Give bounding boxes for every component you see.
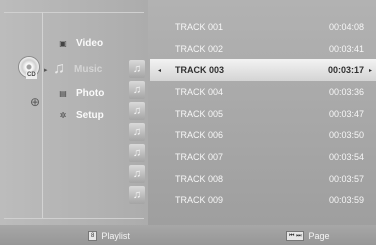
film-icon: ▣: [59, 39, 67, 48]
arrow-right-icon: ▸: [44, 67, 48, 74]
nav-item-music[interactable]: ♫ Music: [50, 60, 102, 78]
nav-item-label: Music: [74, 63, 103, 75]
footer-bar: 8 Playlist ⏮ ⏭ Page: [0, 225, 376, 245]
track-duration: 00:03:50: [328, 130, 364, 141]
track-name: TRACK 007: [175, 151, 224, 162]
arrow-left-icon: ◂: [158, 67, 162, 74]
track-name: TRACK 006: [175, 130, 224, 141]
music-file-icon: ♫: [129, 81, 145, 99]
nav-item-label: Photo: [76, 88, 105, 99]
divider: [4, 12, 144, 13]
playlist-label: Playlist: [101, 231, 130, 241]
track-row[interactable]: TRACK 007 00:03:54: [150, 146, 376, 168]
track-row[interactable]: TRACK 004 00:03:36: [150, 81, 376, 103]
skip-keys-icon: ⏮ ⏭: [286, 231, 305, 241]
track-name: TRACK 002: [175, 43, 224, 54]
track-name: TRACK 001: [175, 21, 224, 32]
track-duration: 00:04:08: [328, 21, 364, 32]
track-icon-column: ♫ ♫ ♫ ♫ ♫ ♫ ♫: [126, 60, 148, 207]
track-duration: 00:03:59: [328, 195, 364, 206]
track-row[interactable]: TRACK 005 00:03:47: [150, 103, 376, 125]
disc-type-label: CD: [26, 72, 37, 79]
music-file-icon: ♫: [129, 60, 145, 78]
track-row[interactable]: TRACK 001 00:04:08: [150, 16, 376, 38]
music-file-icon: ♫: [129, 102, 145, 120]
music-browser-screen: CD ▸ ⊕ ▣ Video ♫ Music ▤ Photo ✲ Setup ♫…: [0, 0, 376, 245]
photo-icon: ▤: [59, 89, 67, 98]
track-name: TRACK 005: [175, 108, 224, 119]
gear-icon: ✲: [59, 111, 67, 120]
track-row[interactable]: TRACK 008 00:03:57: [150, 168, 376, 190]
track-list: TRACK 001 00:04:08 TRACK 002 00:03:41 ◂ …: [150, 16, 376, 211]
track-row[interactable]: TRACK 006 00:03:50: [150, 124, 376, 146]
page-hint[interactable]: ⏮ ⏭ Page: [286, 231, 330, 241]
track-row[interactable]: TRACK 002 00:03:41: [150, 38, 376, 60]
track-duration: 00:03:57: [328, 173, 364, 184]
page-label: Page: [308, 231, 330, 241]
track-duration: 00:03:54: [328, 151, 364, 162]
divider: [42, 12, 43, 218]
nav-item-video[interactable]: ▣ Video: [56, 38, 103, 49]
nav-item-label: Video: [76, 38, 104, 49]
nav-item-label: Setup: [76, 110, 104, 121]
track-duration: 00:03:36: [328, 86, 364, 97]
track-duration: 00:03:41: [328, 43, 364, 54]
playlist-hint[interactable]: 8 Playlist: [88, 231, 130, 241]
remote-key-8: 8: [88, 231, 98, 241]
globe-icon[interactable]: ⊕: [30, 96, 40, 108]
divider: [4, 218, 144, 219]
arrow-right-icon: ▸: [368, 67, 372, 74]
music-file-icon: ♫: [129, 144, 145, 162]
track-name: TRACK 004: [175, 86, 224, 97]
music-file-icon: ♫: [129, 186, 145, 204]
track-name: TRACK 008: [175, 173, 224, 184]
track-row-selected[interactable]: ◂ TRACK 003 00:03:17 ▸: [150, 59, 376, 82]
music-file-icon: ♫: [129, 123, 145, 141]
track-row[interactable]: TRACK 009 00:03:59: [150, 190, 376, 212]
music-file-icon: ♫: [129, 165, 145, 183]
track-name: TRACK 009: [175, 195, 224, 206]
nav-item-setup[interactable]: ✲ Setup: [56, 110, 104, 121]
music-note-icon: ♫: [53, 60, 65, 77]
nav-item-photo[interactable]: ▤ Photo: [56, 88, 104, 99]
track-duration: 00:03:17: [327, 65, 364, 76]
track-duration: 00:03:47: [328, 108, 364, 119]
track-name: TRACK 003: [175, 65, 225, 76]
